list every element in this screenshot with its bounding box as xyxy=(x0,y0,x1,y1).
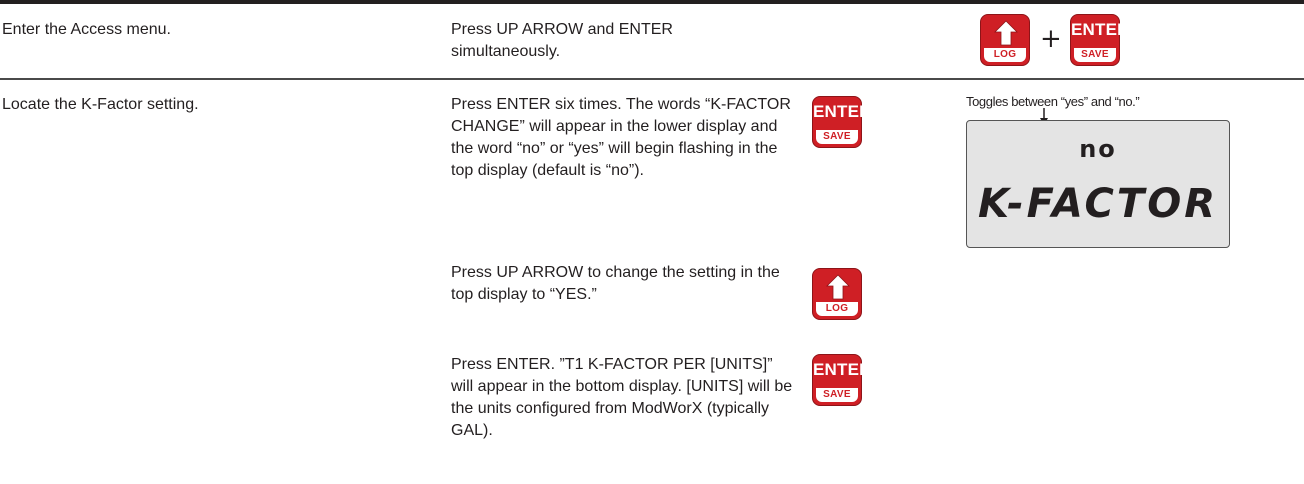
display-caption: Toggles between “yes” and “no.” xyxy=(966,94,1140,109)
enter-key: ENTER SAVE xyxy=(812,354,872,406)
step-2-description: Locate the K-Factor setting. xyxy=(2,96,199,113)
log-label: LOG xyxy=(984,48,1026,62)
enter-key: ENTER SAVE xyxy=(812,96,872,148)
step-1-description: Enter the Access menu. xyxy=(2,21,171,38)
save-label: SAVE xyxy=(1074,48,1116,62)
save-label: SAVE xyxy=(816,130,858,144)
log-label: LOG xyxy=(816,302,858,316)
step-2-instruction-3: Press ENTER. ”T1 K-FACTOR PER [UNITS]” w… xyxy=(451,356,793,439)
enter-key: ENTER SAVE xyxy=(1070,14,1130,66)
enter-label: ENTER xyxy=(813,102,872,121)
step-2-instruction-1: Press ENTER six times. The words “K-FACT… xyxy=(451,96,791,179)
top-rule xyxy=(0,0,1304,4)
up-arrow-key: LOG xyxy=(980,14,1030,66)
save-label: SAVE xyxy=(816,388,858,402)
step-2-instruction-2: Press UP ARROW to change the setting in … xyxy=(451,264,780,303)
enter-label: ENTER xyxy=(1071,20,1130,39)
up-arrow-icon xyxy=(994,20,1018,46)
up-arrow-key: LOG xyxy=(812,268,862,320)
lcd-top-line: no xyxy=(1079,135,1117,163)
lcd-display: no K-FACTOR xyxy=(966,120,1230,248)
lcd-bottom-line: K-FACTOR xyxy=(978,181,1218,227)
step-1-instruction: Press UP ARROW and ENTER simultaneously. xyxy=(451,21,673,60)
up-arrow-icon xyxy=(826,274,850,300)
enter-label: ENTER xyxy=(813,360,872,379)
row-divider xyxy=(0,78,1304,80)
plus-sign: + xyxy=(1040,24,1062,54)
